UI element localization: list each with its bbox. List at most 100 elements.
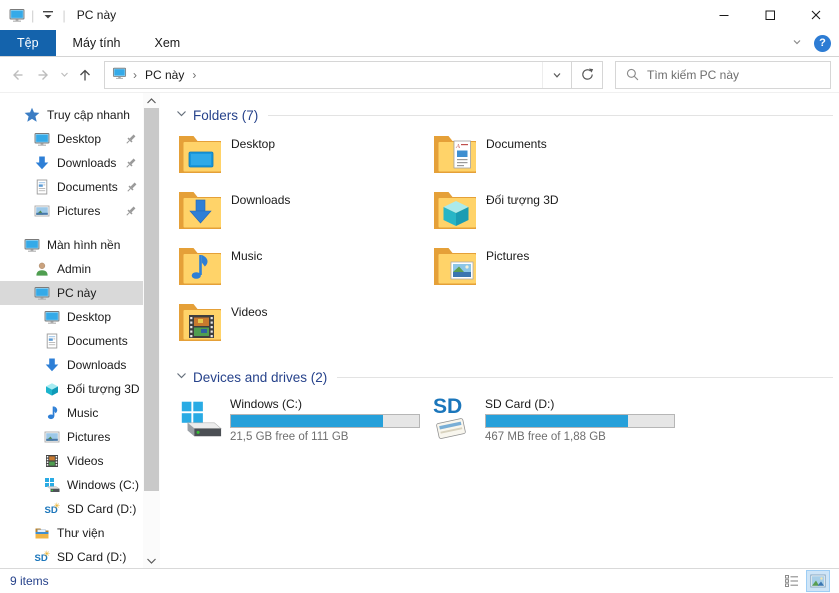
document-icon bbox=[44, 333, 60, 349]
drive-item-windows-c[interactable]: Windows (C:) 21,5 GB free of 111 GB bbox=[176, 395, 431, 451]
sidebar-item-pictures[interactable]: Pictures bbox=[0, 425, 143, 449]
drive-name: SD Card (D:) bbox=[485, 397, 675, 411]
drive-usage-bar bbox=[485, 414, 675, 428]
sidebar-item-music[interactable]: Music bbox=[0, 401, 143, 425]
sidebar-item-label: PC này bbox=[57, 286, 96, 300]
folder-music-icon bbox=[176, 245, 224, 291]
sidebar-item-pictures[interactable]: Pictures bbox=[0, 199, 143, 223]
pin-icon bbox=[124, 157, 137, 170]
drive-windows-large-icon bbox=[176, 395, 224, 441]
sidebar-item-sd-card-d[interactable]: SD✳ SD Card (D:) bbox=[0, 545, 143, 568]
sidebar-item-label: Downloads bbox=[67, 358, 126, 372]
section-title: Devices and drives (2) bbox=[193, 370, 327, 385]
folder-downloads-icon bbox=[176, 189, 224, 235]
user-icon bbox=[34, 261, 50, 277]
sidebar-item-thu-vien[interactable]: Thư viện bbox=[0, 521, 143, 545]
folder-videos-icon bbox=[176, 301, 224, 347]
sidebar-item-sd-card-d[interactable]: SD✳ SD Card (D:) bbox=[0, 497, 143, 521]
sidebar-item-truy-cap-nhanh[interactable]: Truy cập nhanh bbox=[0, 103, 143, 127]
folder-item-desktop[interactable]: Desktop bbox=[176, 133, 431, 189]
address-bar[interactable]: › PC này › bbox=[104, 61, 572, 89]
sidebar-item-man-hinh-nen[interactable]: Màn hình nền bbox=[0, 233, 143, 257]
search-input[interactable] bbox=[647, 68, 830, 82]
window-controls bbox=[701, 0, 839, 30]
details-view-button[interactable] bbox=[781, 571, 803, 591]
tab-tep[interactable]: Tệp bbox=[0, 30, 56, 56]
folder-item-downloads[interactable]: Downloads bbox=[176, 189, 431, 245]
refresh-button[interactable] bbox=[572, 61, 603, 89]
sidebar-item-downloads[interactable]: Downloads bbox=[0, 151, 143, 175]
maximize-button[interactable] bbox=[747, 0, 793, 30]
details-view-icon bbox=[784, 574, 800, 588]
ribbon-tab-list: TệpMáy tínhXem bbox=[0, 30, 197, 56]
scroll-up-icon[interactable] bbox=[143, 93, 160, 108]
sidebar-item-admin[interactable]: Admin bbox=[0, 257, 143, 281]
music-note-icon bbox=[44, 405, 60, 421]
titlebar: | | PC này bbox=[0, 0, 839, 30]
picture-icon bbox=[34, 203, 50, 219]
sidebar-item-desktop[interactable]: Desktop bbox=[0, 127, 143, 151]
svg-text:✳: ✳ bbox=[54, 502, 61, 511]
folder-item-documents[interactable]: A Documents bbox=[431, 133, 833, 189]
sidebar-item-documents[interactable]: Documents bbox=[0, 329, 143, 353]
sidebar-item-documents[interactable]: Documents bbox=[0, 175, 143, 199]
address-dropdown-chevron-icon[interactable] bbox=[542, 62, 571, 88]
quick-access-toolbar-dropdown-icon[interactable] bbox=[39, 6, 57, 24]
breadcrumb-chevron-icon[interactable]: › bbox=[131, 68, 139, 82]
sidebar-item-downloads[interactable]: Downloads bbox=[0, 353, 143, 377]
thumbnail-view-button[interactable] bbox=[807, 571, 829, 591]
drive-usage-fill bbox=[231, 415, 383, 427]
drive-usage-bar bbox=[230, 414, 420, 428]
monitor-icon bbox=[24, 237, 40, 253]
navigation-pane: Truy cập nhanh Desktop Downloads Documen… bbox=[0, 93, 160, 568]
sidebar-item-videos[interactable]: Videos bbox=[0, 449, 143, 473]
search-box bbox=[615, 61, 831, 89]
drive-name: Windows (C:) bbox=[230, 397, 420, 411]
collapse-chevron-icon[interactable] bbox=[176, 370, 187, 384]
folder-item-label: Desktop bbox=[231, 137, 275, 189]
sidebar-item-pc-nay[interactable]: PC này bbox=[0, 281, 143, 305]
scroll-down-icon[interactable] bbox=[143, 553, 160, 568]
sidebar-item-label: Admin bbox=[57, 262, 91, 276]
folder-item-label: Documents bbox=[486, 137, 547, 189]
close-button[interactable] bbox=[793, 0, 839, 30]
back-button[interactable] bbox=[4, 62, 30, 88]
drive-free-space: 467 MB free of 1,88 GB bbox=[485, 431, 675, 443]
drive-item-sd-card-d[interactable]: SD SD Card (D:) 467 MB free of 1,88 GB bbox=[431, 395, 833, 451]
sidebar-item-windows-c[interactable]: Windows (C:) bbox=[0, 473, 143, 497]
cube-3d-icon bbox=[44, 381, 60, 397]
folder-item-oi-tuong-3d[interactable]: Đối tượng 3D bbox=[431, 189, 833, 245]
tab-xem[interactable]: Xem bbox=[137, 30, 197, 56]
collapse-chevron-icon[interactable] bbox=[176, 108, 187, 122]
help-icon[interactable]: ? bbox=[814, 35, 831, 52]
up-button[interactable] bbox=[72, 62, 98, 88]
minimize-button[interactable] bbox=[701, 0, 747, 30]
folder-item-label: Videos bbox=[231, 305, 267, 357]
sidebar-item-label: SD Card (D:) bbox=[67, 502, 136, 516]
sidebar-item-desktop[interactable]: Desktop bbox=[0, 305, 143, 329]
breadcrumb-item[interactable]: PC này bbox=[143, 68, 186, 82]
folder-item-music[interactable]: Music bbox=[176, 245, 431, 301]
status-bar: 9 items bbox=[0, 568, 839, 593]
folder-item-videos[interactable]: Videos bbox=[176, 301, 431, 357]
section-title: Folders (7) bbox=[193, 108, 258, 123]
scrollbar-track[interactable] bbox=[143, 108, 160, 553]
folder-3d-icon bbox=[431, 189, 479, 235]
computer-icon bbox=[34, 285, 50, 301]
sidebar-scrollbar[interactable] bbox=[143, 93, 160, 568]
forward-button[interactable] bbox=[30, 62, 56, 88]
monitor-icon bbox=[34, 131, 50, 147]
breadcrumb-chevron-icon[interactable]: › bbox=[190, 68, 198, 82]
arrow-down-icon bbox=[44, 357, 60, 373]
sidebar-item-label: Pictures bbox=[67, 430, 110, 444]
this-pc-icon bbox=[112, 66, 127, 83]
app-icon[interactable] bbox=[8, 7, 26, 23]
tab-may-tinh[interactable]: Máy tính bbox=[56, 30, 138, 56]
sidebar-item-oi-tuong-3d[interactable]: Đối tượng 3D bbox=[0, 377, 143, 401]
folder-item-pictures[interactable]: Pictures bbox=[431, 245, 833, 301]
window-title: PC này bbox=[77, 8, 116, 22]
expand-ribbon-chevron-icon[interactable] bbox=[790, 35, 804, 52]
picture-icon bbox=[44, 429, 60, 445]
scrollbar-thumb[interactable] bbox=[144, 108, 159, 491]
recent-locations-chevron-icon[interactable] bbox=[56, 62, 72, 88]
